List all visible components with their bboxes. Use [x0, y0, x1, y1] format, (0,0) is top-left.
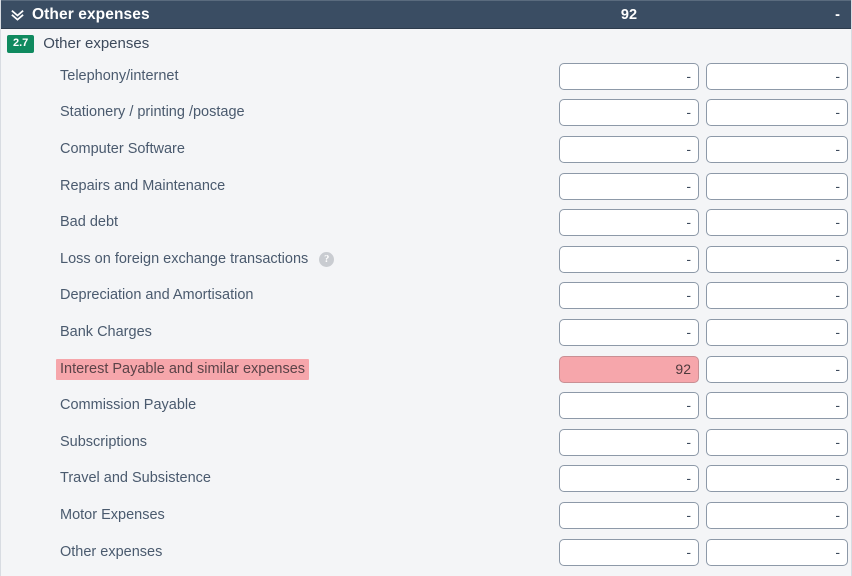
row-label-wrap: Interest Payable and similar expenses [56, 358, 310, 380]
row-label-wrap: Computer Software [56, 139, 189, 160]
row-label: Depreciation and Amortisation [60, 287, 254, 304]
section-title: Other expenses [32, 5, 150, 23]
table-row: Travel and Subsistence - - [1, 461, 851, 498]
amount-input-prior-year[interactable]: - [706, 501, 848, 529]
amount-input-current-year[interactable]: - [559, 135, 699, 163]
help-icon[interactable]: ? [319, 251, 335, 267]
table-row: Bad debt - - [1, 204, 851, 241]
table-row: Computer Software - - [1, 131, 851, 168]
table-row: Repairs and Maintenance - - [1, 168, 851, 205]
row-label: Other expenses [60, 543, 163, 560]
table-row: Depreciation and Amortisation - - [1, 278, 851, 315]
amount-input-current-year[interactable]: - [559, 282, 699, 310]
row-label: Travel and Subsistence [60, 470, 211, 487]
row-label-wrap: Depreciation and Amortisation [56, 285, 257, 306]
table-row: Subscriptions - - [1, 424, 851, 461]
amount-input-prior-year[interactable]: - [706, 465, 848, 493]
double-chevron-down-icon[interactable] [9, 7, 25, 23]
section-total-value: 92 [620, 6, 638, 23]
other-expenses-panel: Other expenses 92 - 2.7 Other expenses T… [0, 0, 852, 576]
amount-input-prior-year[interactable]: - [706, 355, 848, 383]
amount-input-current-year[interactable]: - [559, 318, 699, 346]
amount-input-current-year[interactable]: - [559, 428, 699, 456]
subsection-code-badge: 2.7 [7, 34, 35, 53]
row-label: Telephony/internet [60, 67, 179, 84]
amount-input-prior-year[interactable]: - [706, 282, 848, 310]
row-label-wrap: Loss on foreign exchange transactions? [56, 249, 335, 270]
table-row: Commission Payable - - [1, 387, 851, 424]
section-secondary-value: - [835, 6, 840, 23]
row-label-wrap: Repairs and Maintenance [56, 176, 229, 197]
amount-input-prior-year[interactable]: - [706, 209, 848, 237]
amount-input-current-year[interactable]: - [559, 245, 699, 273]
amount-input-current-year[interactable]: - [559, 501, 699, 529]
row-label: Bad debt [60, 214, 119, 231]
table-row: Loss on foreign exchange transactions? - - [1, 241, 851, 278]
amount-input-current-year[interactable]: 92 [559, 355, 699, 383]
row-label-wrap: Bank Charges [56, 322, 156, 343]
row-label: Stationery / printing /postage [60, 104, 245, 121]
row-label: Subscriptions [60, 433, 148, 450]
table-row: Telephony/internet - - [1, 58, 851, 95]
row-label-wrap: Motor Expenses [56, 505, 169, 526]
amount-input-prior-year[interactable]: - [706, 318, 848, 346]
subsection-label: Other expenses [43, 35, 150, 52]
table-row: Other expenses - - [1, 534, 851, 571]
row-label: Loss on foreign exchange transactions [60, 250, 309, 267]
amount-input-prior-year[interactable]: - [706, 135, 848, 163]
row-label: Interest Payable and similar expenses [56, 358, 310, 380]
row-label-wrap: Travel and Subsistence [56, 468, 215, 489]
amount-input-current-year[interactable]: - [559, 538, 699, 566]
table-row: Interest Payable and similar expenses 92- [1, 351, 851, 388]
table-row: Bank Charges - - [1, 314, 851, 351]
table-row: Stationery / printing /postage - - [1, 95, 851, 132]
row-label-wrap: Other expenses [56, 542, 166, 563]
amount-input-prior-year[interactable]: - [706, 538, 848, 566]
row-label: Computer Software [60, 140, 185, 157]
table-row: Motor Expenses - - [1, 497, 851, 534]
amount-input-current-year[interactable]: - [559, 209, 699, 237]
amount-input-current-year[interactable]: - [559, 62, 699, 90]
row-label: Motor Expenses [60, 506, 165, 523]
subsection-heading: 2.7 Other expenses [1, 29, 851, 58]
section-header[interactable]: Other expenses 92 - [1, 0, 851, 29]
amount-input-prior-year[interactable]: - [706, 392, 848, 420]
expense-rows: Telephony/internet - - Stationery / printin… [1, 58, 851, 570]
row-label: Commission Payable [60, 397, 197, 414]
row-label-wrap: Stationery / printing /postage [56, 102, 249, 123]
amount-input-prior-year[interactable]: - [706, 172, 848, 200]
amount-input-current-year[interactable]: - [559, 99, 699, 127]
row-label-wrap: Subscriptions [56, 432, 151, 453]
row-label-wrap: Commission Payable [56, 395, 200, 416]
amount-input-prior-year[interactable]: - [706, 99, 848, 127]
amount-input-prior-year[interactable]: - [706, 62, 848, 90]
row-label-wrap: Telephony/internet [56, 66, 183, 87]
row-label: Bank Charges [60, 323, 152, 340]
amount-input-current-year[interactable]: - [559, 392, 699, 420]
amount-input-current-year[interactable]: - [559, 465, 699, 493]
row-label: Repairs and Maintenance [60, 177, 226, 194]
row-label-wrap: Bad debt [56, 212, 122, 233]
amount-input-prior-year[interactable]: - [706, 428, 848, 456]
amount-input-current-year[interactable]: - [559, 172, 699, 200]
amount-input-prior-year[interactable]: - [706, 245, 848, 273]
